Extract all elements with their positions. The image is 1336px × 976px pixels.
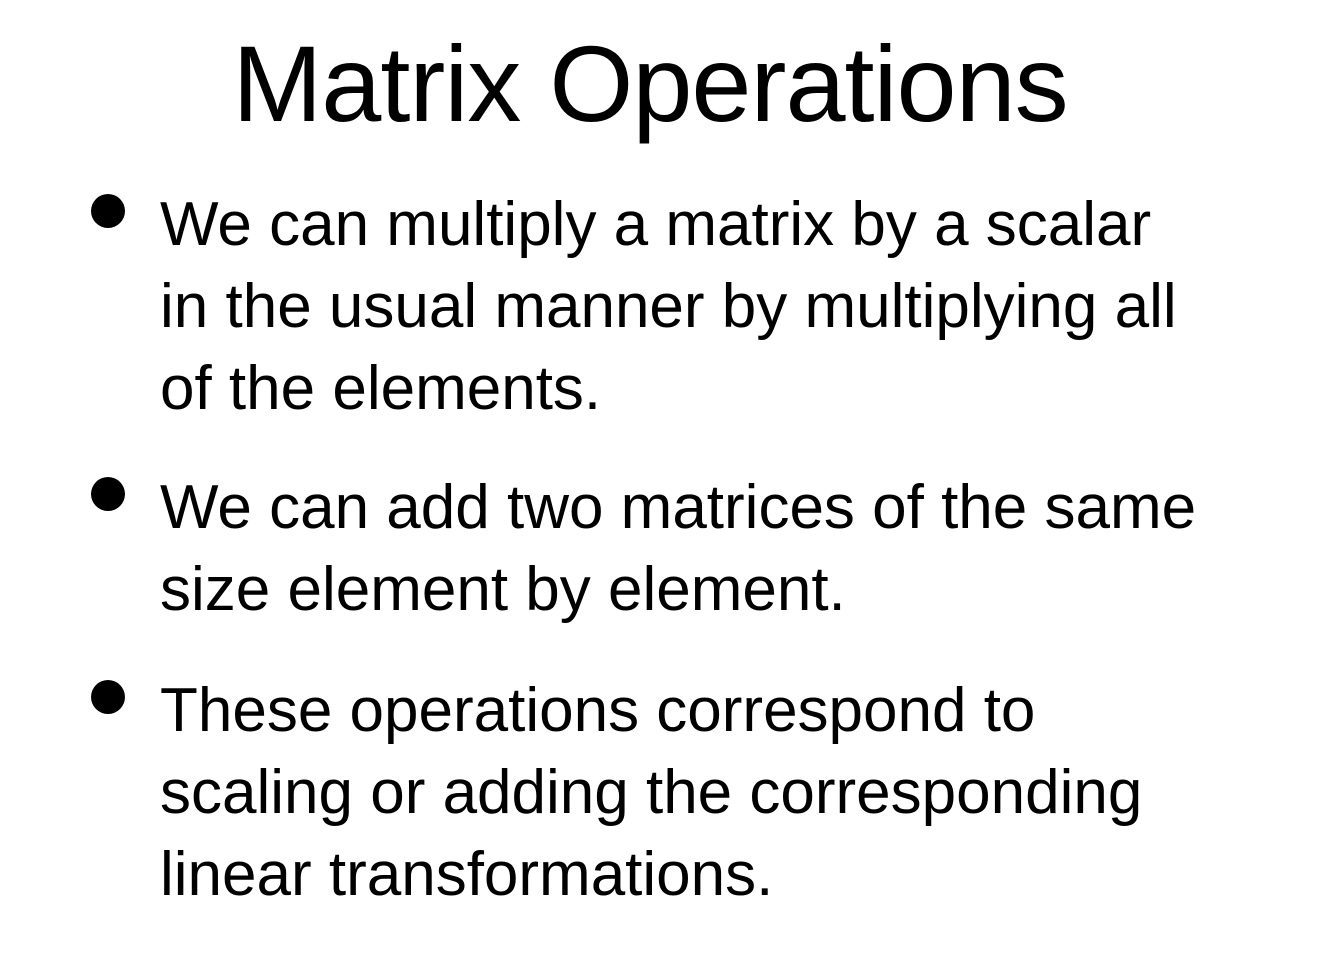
bullet-text: These operations correspond to scaling o…	[160, 676, 1143, 909]
bullet-dot-icon	[91, 477, 125, 511]
bullet-dot-icon	[91, 680, 125, 714]
bullet-text: We can add two matrices of the same size…	[160, 473, 1197, 624]
bullet-dot-icon	[91, 194, 125, 228]
slide: Matrix Operations We can multiply a matr…	[0, 0, 1336, 976]
bullet-text: We can multiply a matrix by a scalar in …	[160, 190, 1177, 423]
slide-title: Matrix Operations	[232, 23, 1068, 144]
